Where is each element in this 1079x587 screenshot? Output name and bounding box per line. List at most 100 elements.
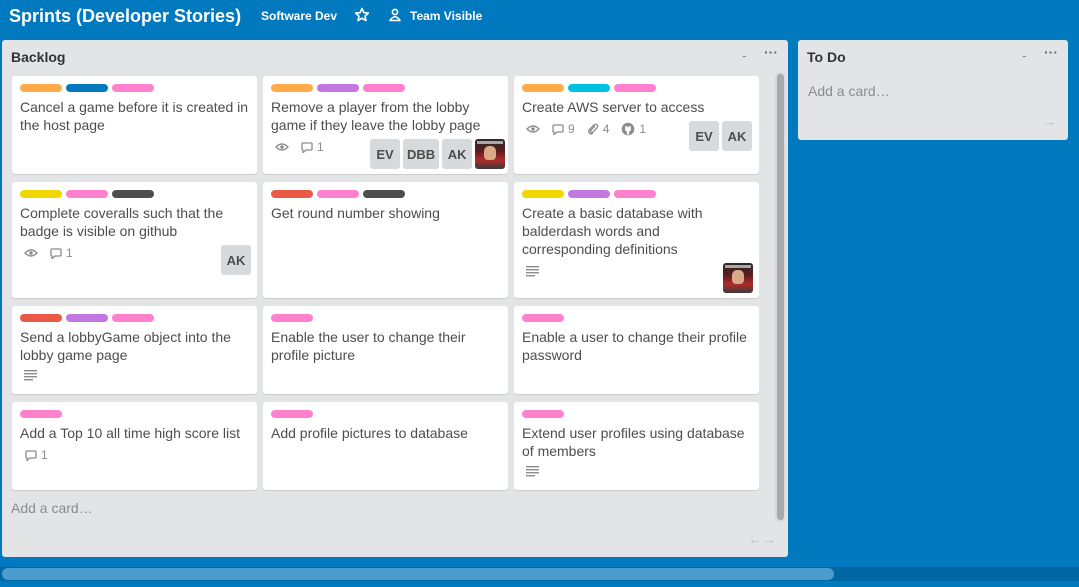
- card[interactable]: Send a lobbyGame object into the lobby g…: [12, 306, 257, 394]
- card-labels: [20, 84, 154, 92]
- eye-icon: [24, 249, 38, 257]
- card-title: Add a Top 10 all time high score list: [20, 425, 240, 441]
- label-black: [112, 190, 154, 198]
- member-photo-avatar[interactable]: [475, 139, 506, 169]
- paperclip-icon: [587, 123, 599, 135]
- card[interactable]: Add a Top 10 all time high score list 1: [12, 402, 257, 490]
- card[interactable]: Get round number showing: [263, 182, 508, 298]
- board-title[interactable]: Sprints (Developer Stories): [9, 6, 241, 27]
- label-pink: [112, 314, 154, 322]
- label-pink: [20, 410, 62, 418]
- card[interactable]: Cancel a game before it is created in th…: [12, 76, 257, 174]
- member-photo-avatar[interactable]: [723, 263, 753, 293]
- card-title: Add profile pictures to database: [271, 425, 468, 441]
- label-pink: [522, 314, 564, 322]
- label-yellow: [20, 190, 62, 198]
- card-labels: [271, 84, 405, 92]
- comments-count: 1: [66, 246, 73, 260]
- comment-icon: [50, 247, 62, 259]
- comments-count: 9: [568, 122, 575, 136]
- add-card-button[interactable]: Add a card…: [808, 83, 890, 99]
- org-button[interactable]: Software Dev: [261, 9, 337, 23]
- card[interactable]: Extend user profiles using database of m…: [514, 402, 759, 490]
- add-card-button[interactable]: Add a card…: [11, 500, 93, 516]
- list-menu-button[interactable]: ···: [1044, 44, 1058, 60]
- label-pink: [112, 84, 154, 92]
- card-title: Create AWS server to access: [522, 99, 705, 115]
- label-yellow: [522, 190, 564, 198]
- team-icon[interactable]: [388, 8, 402, 22]
- card-labels: [522, 410, 564, 418]
- card[interactable]: Create AWS server to access 9 4 1 EV AK: [514, 76, 759, 174]
- card-title: Send a lobbyGame object into the lobby g…: [20, 329, 231, 363]
- card-title: Enable the user to change their profile …: [271, 329, 466, 363]
- card-labels: [522, 190, 656, 198]
- comments-badge: 1: [301, 140, 324, 154]
- watch-badge: [526, 124, 540, 134]
- comments-count: 1: [41, 448, 48, 462]
- arrow-right-icon[interactable]: →: [1042, 113, 1056, 129]
- label-pink: [614, 190, 656, 198]
- card-title: Extend user profiles using database of m…: [522, 425, 745, 459]
- member-avatar[interactable]: EV: [689, 121, 719, 151]
- label-orange: [20, 84, 62, 92]
- card-labels: [271, 314, 313, 322]
- member-avatar[interactable]: AK: [722, 121, 752, 151]
- minimize-button[interactable]: -: [1022, 47, 1027, 63]
- list-title[interactable]: To Do: [807, 49, 846, 65]
- card-labels: [271, 190, 405, 198]
- eye-icon: [275, 143, 289, 151]
- list-menu-button[interactable]: ···: [764, 44, 778, 60]
- watch-badge: [275, 142, 289, 152]
- label-pink: [363, 84, 405, 92]
- label-sky: [568, 84, 610, 92]
- label-pink: [271, 410, 313, 418]
- label-purple: [66, 314, 108, 322]
- description-icon: [24, 370, 37, 381]
- card[interactable]: Enable the user to change their profile …: [263, 306, 508, 394]
- card-title: Cancel a game before it is created in th…: [20, 99, 249, 133]
- label-pink: [317, 190, 359, 198]
- label-purple: [568, 190, 610, 198]
- card-labels: [20, 314, 154, 322]
- card-title: Get round number showing: [271, 205, 440, 221]
- label-red: [20, 314, 62, 322]
- comments-badge: 9: [552, 122, 575, 136]
- card-members: [723, 263, 753, 293]
- comments-badge: 1: [50, 246, 73, 260]
- card[interactable]: Complete coveralls such that the badge i…: [12, 182, 257, 298]
- attachments-count: 4: [602, 122, 610, 136]
- card[interactable]: Add profile pictures to database: [263, 402, 508, 490]
- visibility-button[interactable]: Team Visible: [410, 9, 482, 23]
- card[interactable]: Create a basic database with balderdash …: [514, 182, 759, 298]
- card-badges: 1: [25, 448, 48, 462]
- attachments-badge: 4: [587, 122, 610, 136]
- board-scrollbar-thumb[interactable]: [2, 568, 834, 580]
- card-labels: [20, 190, 154, 198]
- member-avatar[interactable]: DBB: [403, 139, 440, 169]
- comment-icon: [25, 449, 37, 461]
- comments-badge: 1: [25, 448, 48, 462]
- eye-icon: [526, 125, 540, 133]
- label-black: [363, 190, 405, 198]
- member-avatar[interactable]: EV: [370, 139, 400, 169]
- card-title: Complete coveralls such that the badge i…: [20, 205, 224, 239]
- list-scrollbar-thumb[interactable]: [777, 74, 784, 520]
- card-badges: 1: [24, 246, 73, 260]
- github-icon: [622, 122, 635, 136]
- list-title[interactable]: Backlog: [11, 49, 65, 65]
- board-header: Sprints (Developer Stories) Software Dev…: [0, 0, 1079, 36]
- card-labels: [522, 314, 564, 322]
- member-avatar[interactable]: AK: [221, 245, 251, 275]
- star-icon[interactable]: [354, 7, 370, 23]
- card-labels: [20, 410, 62, 418]
- scroll-arrows-icon[interactable]: ←→: [748, 531, 776, 547]
- minimize-button[interactable]: -: [742, 47, 747, 63]
- label-blue: [66, 84, 108, 92]
- comments-count: 1: [317, 140, 324, 154]
- comment-icon: [301, 141, 313, 153]
- card-labels: [271, 410, 313, 418]
- card[interactable]: Enable a user to change their profile pa…: [514, 306, 759, 394]
- member-avatar[interactable]: AK: [442, 139, 473, 169]
- card[interactable]: Remove a player from the lobby game if t…: [263, 76, 508, 174]
